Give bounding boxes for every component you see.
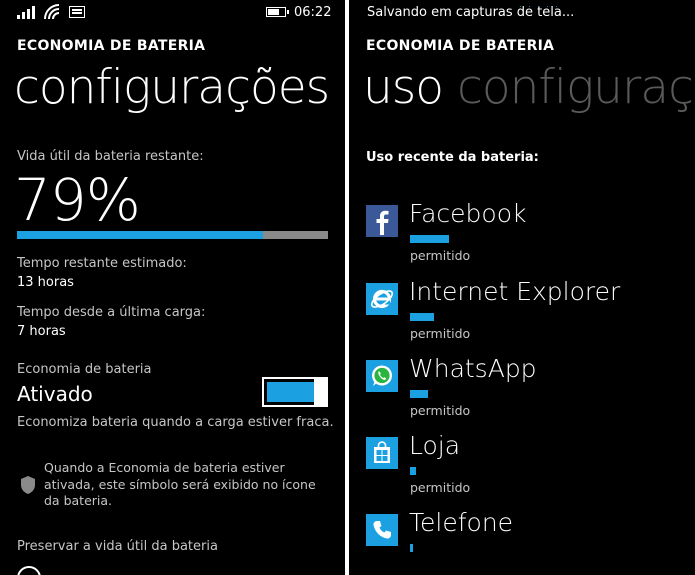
usage-bar: [410, 313, 434, 321]
preserve-battery-label: Preservar a vida útil da bateria: [17, 539, 218, 554]
signal-strength-icon: [17, 6, 39, 19]
remaining-time-label: Tempo restante estimado:: [17, 256, 187, 271]
battery-settings-screen: 06:22 ECONOMIA DE BATERIA configurações …: [0, 0, 345, 575]
app-title: ECONOMIA DE BATERIA: [17, 38, 206, 54]
recent-usage-heading: Uso recente da bateria:: [366, 150, 539, 165]
app-item-whatsapp[interactable]: WhatsApp permitido: [366, 354, 686, 430]
usage-bar: [410, 467, 416, 475]
remaining-time-value: 13 horas: [17, 275, 74, 290]
since-charge-label: Tempo desde a última carga:: [17, 305, 206, 320]
app-item-facebook[interactable]: Facebook permitido: [366, 199, 686, 275]
battery-percentage: 79%: [14, 166, 141, 234]
app-status: permitido: [410, 480, 471, 495]
app-status: permitido: [410, 248, 471, 263]
pivot-usage-tab[interactable]: uso: [363, 60, 444, 115]
phone-icon: [366, 514, 398, 546]
usage-bar: [410, 544, 413, 552]
battery-saver-info: Quando a Economia de bateria estiver ati…: [44, 460, 316, 508]
message-icon: [69, 6, 85, 18]
pivot-settings-tab[interactable]: configurações: [14, 60, 330, 115]
usage-bar: [410, 390, 428, 398]
app-name: Loja: [409, 431, 461, 460]
shield-icon: [21, 476, 35, 494]
app-title: ECONOMIA DE BATERIA: [366, 38, 555, 54]
battery-saver-label: Economia de bateria: [17, 362, 152, 377]
clock: 06:22: [294, 5, 332, 20]
wifi-icon: [44, 4, 60, 20]
app-status: permitido: [410, 403, 471, 418]
battery-saver-description: Economiza bateria quando a carga estiver…: [17, 415, 334, 430]
progress-dots: . . . . .: [519, 0, 560, 9]
app-item-loja[interactable]: Loja permitido: [366, 431, 686, 507]
app-item-telefone[interactable]: Telefone: [366, 508, 686, 575]
pivot-usage-tab[interactable]: u: [343, 60, 345, 115]
since-charge-value: 7 horas: [17, 324, 66, 339]
battery-level-fill: [17, 231, 263, 239]
battery-icon: [266, 7, 289, 17]
battery-level-bar: [17, 231, 328, 239]
status-bar: Salvando em capturas de tela... . . . . …: [349, 0, 695, 26]
pivot-header: configurações u: [14, 60, 345, 115]
app-item-internet-explorer[interactable]: Internet Explorer permitido: [366, 277, 686, 353]
battery-saver-toggle[interactable]: [262, 377, 328, 407]
battery-usage-screen: Salvando em capturas de tela... . . . . …: [349, 0, 695, 575]
pivot-settings-tab[interactable]: configuraç: [457, 60, 694, 115]
store-icon: [366, 437, 398, 469]
whatsapp-icon: [366, 360, 398, 392]
status-bar: 06:22: [0, 0, 345, 26]
app-name: Internet Explorer: [409, 277, 621, 306]
facebook-icon: [366, 205, 398, 237]
internet-explorer-icon: [366, 283, 398, 315]
preserve-battery-radio[interactable]: [17, 566, 41, 575]
battery-life-label: Vida útil da bateria restante:: [17, 149, 204, 164]
app-status: permitido: [410, 326, 471, 341]
battery-saver-state: Ativado: [17, 382, 93, 406]
app-name: WhatsApp: [409, 354, 537, 383]
pivot-header: uso configuraç: [363, 60, 694, 115]
app-name: Facebook: [409, 199, 527, 228]
app-name: Telefone: [409, 508, 514, 537]
usage-bar: [410, 235, 449, 243]
